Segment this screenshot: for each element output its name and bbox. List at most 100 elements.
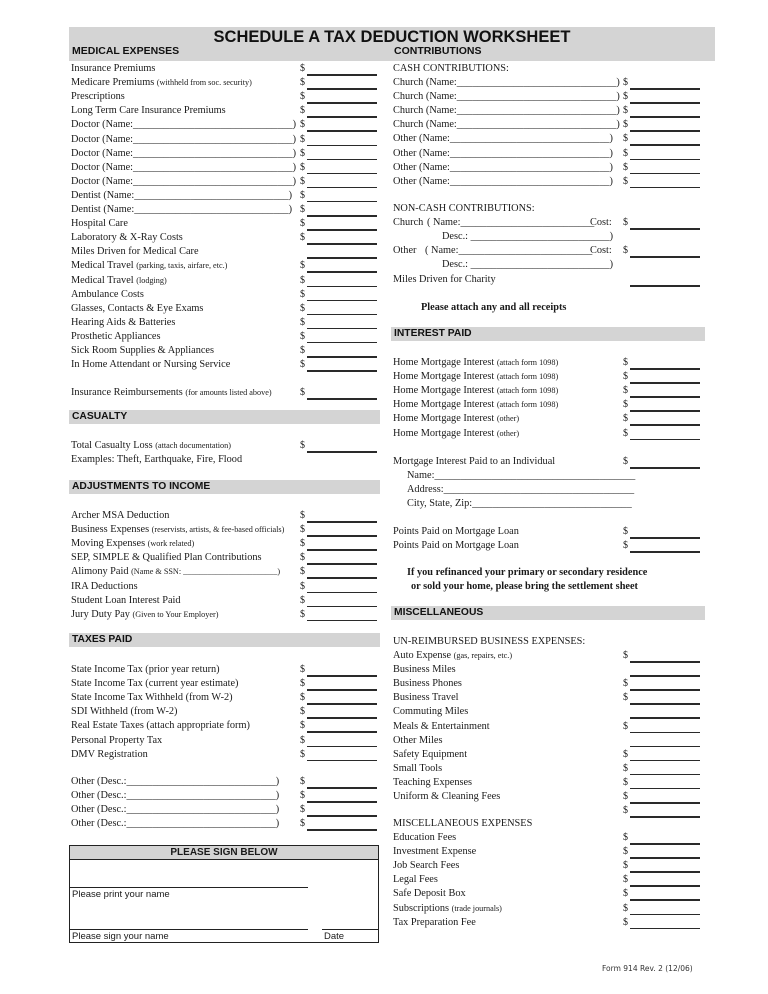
item-label: Meals & Entertainment: [393, 720, 490, 734]
medical-item: Insurance Premiums $: [69, 62, 380, 76]
item-label: Teaching Expenses: [393, 776, 472, 790]
dollar-sign: $: [300, 706, 305, 718]
noncash-name-field[interactable]: ( Name:__________________________: [425, 244, 592, 258]
dollar-sign: $: [300, 232, 305, 244]
amount-field[interactable]: [307, 829, 377, 831]
misc-expense-item: Job Search Fees $: [391, 859, 715, 873]
dollar-sign: $: [300, 330, 305, 342]
unreimbursed-item: Other Miles: [391, 734, 715, 748]
cash-contribution-item: Church (Name:___________________________…: [391, 104, 715, 118]
unreimbursed-item: Commuting Miles: [391, 705, 715, 719]
casualty-total-item: Total Casualty Loss (attach documentatio…: [69, 439, 380, 453]
item-label: Sick Room Supplies & Appliances: [71, 344, 214, 358]
item-label: Student Loan Interest Paid: [71, 594, 181, 608]
item-text: Investment Expense: [393, 846, 477, 858]
misc-expense-item: Investment Expense $: [391, 845, 715, 859]
item-label: City, State, Zip:_______________________…: [407, 497, 632, 511]
mortgage-interest-item: Home Mortgage Interest (attach form 1098…: [391, 384, 715, 398]
item-text: Miles Driven for Medical Care: [71, 246, 199, 258]
dollar-sign: $: [623, 791, 628, 802]
item-label: Safe Deposit Box: [393, 887, 466, 901]
tax-other-item: Other (Desc.:___________________________…: [69, 775, 380, 789]
item-text: Church (Name:___________________________…: [393, 77, 620, 88]
item-label: Dentist (Name:__________________________…: [71, 189, 292, 203]
dollar-sign: $: [300, 608, 305, 620]
misc-expenses-heading: MISCELLANEOUS EXPENSES: [391, 817, 715, 831]
item-label: Doctor (Name:___________________________…: [71, 118, 296, 132]
item-text: Church (Name:___________________________…: [393, 105, 620, 117]
cash-contribution-item: Other (Name:____________________________…: [391, 147, 715, 161]
item-label: Subscriptions (trade journals): [393, 902, 502, 916]
medical-item: Ambulance Costs $: [69, 288, 380, 302]
item-label: Business Miles: [393, 663, 456, 677]
item-label: Prescriptions: [71, 90, 125, 104]
adjustment-item: Alimony Paid (Name & SSN: ______________…: [69, 565, 380, 579]
item-text: Church (Name:___________________________…: [393, 119, 620, 131]
medical-item: Medical Travel (lodging) $: [69, 274, 380, 288]
item-label: Church (Name:___________________________…: [393, 104, 620, 118]
amount-field[interactable]: [307, 619, 377, 622]
dollar-sign: $: [300, 189, 305, 201]
dollar-sign: $: [623, 874, 628, 886]
individual-city-field: City, State, Zip:_______________________…: [391, 497, 715, 511]
item-text: DMV Registration: [71, 748, 148, 760]
item-label: Legal Fees: [393, 873, 438, 887]
item-label: Church (Name:___________________________…: [393, 90, 620, 104]
item-text: Ambulance Costs: [71, 288, 144, 300]
item-label: Name:___________________________________…: [407, 469, 635, 483]
dollar-sign: $: [300, 692, 305, 704]
item-label: Miles Driven for Charity: [393, 273, 496, 287]
amount-field[interactable]: [630, 186, 700, 189]
item-label: Business Phones: [393, 677, 462, 691]
item-text: SDI Withheld (from W-2): [71, 706, 178, 718]
dollar-sign: $: [623, 357, 628, 368]
item-label: Doctor (Name:___________________________…: [71, 161, 296, 175]
unreimbursed-item: Business Phones $: [391, 677, 715, 691]
item-label: Business Expenses (reservists, artists, …: [71, 523, 284, 537]
item-text: Home Mortgage Interest: [393, 399, 495, 411]
tax-item: Real Estate Taxes (attach appropriate fo…: [69, 719, 380, 733]
noncash-name-field[interactable]: ( Name:__________________________: [427, 216, 594, 230]
dollar-sign: $: [623, 832, 628, 843]
dollar-sign: $: [623, 916, 628, 928]
item-text: Meals & Entertainment: [393, 720, 490, 732]
item-text: Other (Desc.:___________________________…: [71, 818, 280, 830]
item-text: Alimony Paid: [71, 566, 129, 578]
amount-field[interactable]: [307, 398, 377, 400]
print-name-label: Please print your name: [72, 889, 170, 900]
signature-heading: PLEASE SIGN BELOW: [70, 846, 378, 860]
amount-field[interactable]: [630, 285, 700, 287]
interest-heading: INTEREST PAID: [391, 327, 705, 341]
tax-other-item: Other (Desc.:___________________________…: [69, 803, 380, 817]
dollar-sign: $: [623, 650, 628, 661]
dollar-sign: $: [623, 776, 628, 788]
amount-field[interactable]: [307, 370, 377, 372]
item-text: Examples: Theft, Earthquake, Fire, Flood: [71, 454, 243, 465]
dollar-sign: $: [623, 119, 628, 131]
amount-field[interactable]: [630, 551, 700, 553]
dollar-sign: $: [300, 91, 305, 103]
individual-name-field: Name:___________________________________…: [391, 469, 715, 483]
item-text: Prosthetic Appliances: [71, 330, 161, 342]
item-text: Subscriptions: [393, 902, 450, 914]
tax-other-item: Other (Desc.:___________________________…: [69, 789, 380, 803]
amount-field[interactable]: [307, 759, 377, 762]
dollar-sign: $: [300, 204, 305, 215]
tax-other-item: Other (Desc.:___________________________…: [69, 817, 380, 831]
dollar-sign: $: [300, 580, 305, 592]
item-label: Auto Expense (gas, repairs, etc.): [393, 649, 512, 663]
dollar-sign: $: [623, 399, 628, 411]
dollar-sign: $: [623, 217, 628, 228]
adjustments-heading: ADJUSTMENTS TO INCOME: [69, 480, 380, 494]
refinance-note-1-text: If you refinanced your primary or second…: [407, 567, 648, 578]
dollar-sign: $: [623, 540, 628, 551]
amount-field[interactable]: [630, 438, 700, 441]
amount-field[interactable]: [630, 927, 700, 930]
dollar-sign: $: [623, 526, 628, 537]
item-note: (other): [496, 428, 520, 438]
adjustment-item: Jury Duty Pay (Given to Your Employer) $: [69, 608, 380, 622]
item-text: Insurance Reimbursements: [71, 387, 183, 399]
item-text: Other: [393, 245, 417, 257]
dollar-sign: $: [623, 762, 628, 774]
item-label: NON-CASH CONTRIBUTIONS:: [393, 202, 535, 216]
